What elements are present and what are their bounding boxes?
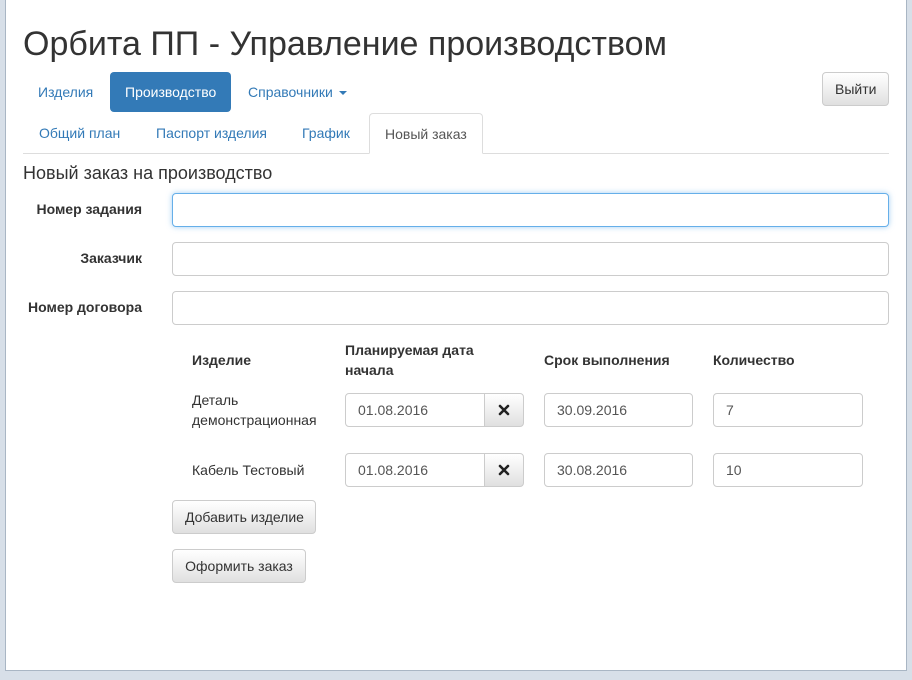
window-edge-bottom	[5, 670, 907, 671]
nav-item-products[interactable]: Изделия	[23, 72, 108, 112]
column-header-quantity: Количество	[713, 352, 795, 368]
nav-item-production[interactable]: Производство	[110, 72, 232, 112]
column-header-planned-start: Планируемая дата начала	[345, 342, 474, 378]
app-title: Орбита ПП - Управление производством	[23, 25, 667, 63]
submit-order-button[interactable]: Оформить заказ	[172, 549, 306, 583]
tab-product-passport[interactable]: Паспорт изделия	[141, 113, 282, 153]
logout-button[interactable]: Выйти	[822, 72, 889, 106]
task-number-input[interactable]	[172, 193, 889, 227]
contract-number-input[interactable]	[172, 291, 889, 325]
close-x-icon	[498, 404, 510, 416]
column-header-product: Изделие	[192, 352, 251, 368]
row-2-quantity-input[interactable]: 10	[713, 453, 863, 487]
add-product-button[interactable]: Добавить изделие	[172, 500, 316, 534]
window-edge-left	[5, 0, 6, 671]
row-1-planned-start-input[interactable]: 01.08.2016	[345, 393, 485, 427]
row-1-clear-date-button[interactable]	[484, 393, 524, 427]
row-2-product-name: Кабель Тестовый	[192, 462, 305, 478]
nav-item-references[interactable]: Справочники	[233, 72, 362, 112]
nav-item-references-label: Справочники	[248, 84, 333, 100]
window-frame-bottom	[0, 671, 912, 680]
customer-input[interactable]	[172, 242, 889, 276]
column-header-deadline: Срок выполнения	[544, 352, 670, 368]
row-1-product-name: Деталь демонстрационная	[192, 392, 317, 428]
tab-general-plan[interactable]: Общий план	[24, 113, 135, 153]
task-number-label: Номер задания	[36, 201, 142, 217]
customer-label: Заказчик	[80, 250, 142, 266]
close-x-icon	[498, 464, 510, 476]
section-title: Новый заказ на производство	[23, 163, 273, 183]
row-1-deadline-input[interactable]: 30.09.2016	[544, 393, 693, 427]
row-2-clear-date-button[interactable]	[484, 453, 524, 487]
contract-number-label: Номер договора	[27, 299, 142, 315]
window-frame-right	[907, 0, 912, 680]
row-2-planned-start-input[interactable]: 01.08.2016	[345, 453, 485, 487]
row-1-quantity-input[interactable]: 7	[713, 393, 863, 427]
window-edge-right	[906, 0, 907, 671]
tab-schedule[interactable]: График	[287, 113, 365, 153]
tab-new-order[interactable]: Новый заказ	[369, 113, 483, 154]
row-2-deadline-input[interactable]: 30.08.2016	[544, 453, 693, 487]
caret-down-icon	[338, 91, 347, 96]
